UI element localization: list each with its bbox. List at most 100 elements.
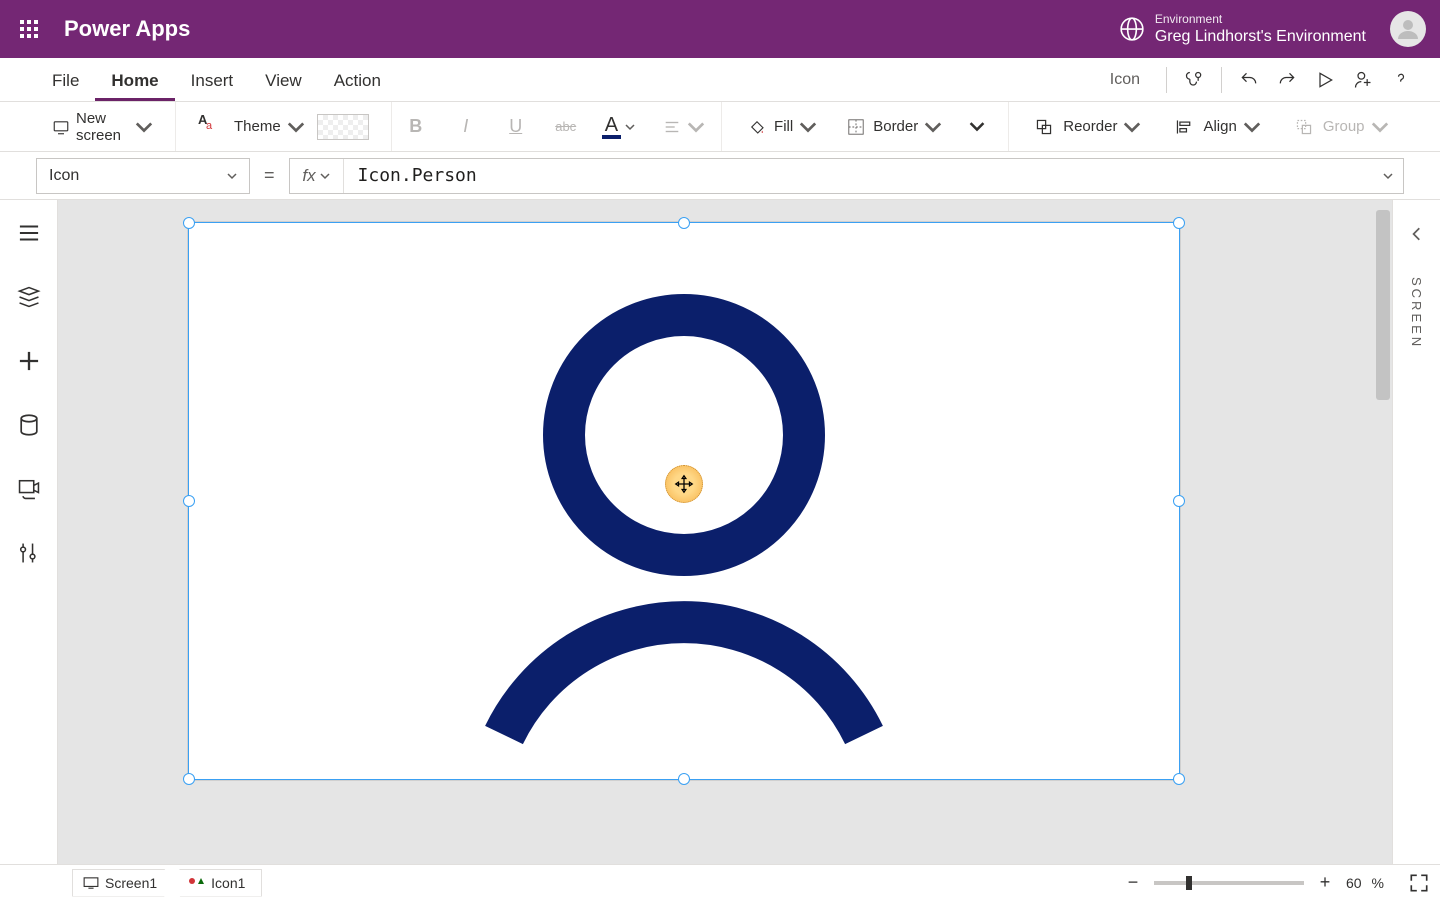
resize-handle[interactable] (678, 217, 690, 229)
group-label: Group (1323, 118, 1365, 135)
theme-label: Theme (234, 118, 281, 135)
resize-handle[interactable] (183, 773, 195, 785)
divider (1221, 67, 1222, 93)
theme-icon: A a (198, 114, 224, 140)
property-selector[interactable]: Icon (36, 158, 250, 194)
globe-icon (1119, 16, 1145, 42)
resize-handle[interactable] (183, 495, 195, 507)
share-icon[interactable] (1344, 61, 1382, 99)
app-launcher-icon[interactable] (14, 14, 44, 44)
menu-action[interactable]: Action (318, 71, 397, 101)
menu-bar: File Home Insert View Action Icon (0, 58, 1440, 102)
chevron-down-icon (1123, 118, 1141, 136)
breadcrumb-control-label: Icon1 (211, 875, 245, 891)
fx-icon[interactable]: fx (290, 159, 344, 193)
chevron-down-icon (1371, 118, 1389, 136)
resize-handle[interactable] (1173, 495, 1185, 507)
move-cursor-icon (665, 465, 703, 503)
new-screen-button[interactable]: New screen (46, 110, 159, 144)
formula-box: fx (289, 158, 1404, 194)
chevron-down-icon (687, 118, 705, 136)
chevron-down-icon (625, 122, 635, 132)
user-avatar[interactable] (1390, 11, 1426, 47)
canvas[interactable] (58, 200, 1392, 864)
chevron-down-icon (924, 118, 942, 136)
menu-insert[interactable]: Insert (175, 71, 250, 101)
theme-button[interactable]: A a Theme (192, 110, 311, 144)
formula-input[interactable] (344, 165, 1373, 186)
new-screen-label: New screen (76, 110, 129, 144)
zoom-out-button[interactable]: − (1122, 872, 1144, 894)
zoom-slider[interactable] (1154, 881, 1304, 885)
status-bar: Screen1 Icon1 − + 60 % (0, 864, 1440, 900)
bold-button[interactable]: B (402, 116, 430, 137)
strikethrough-button[interactable]: abc (552, 119, 580, 134)
fill-button[interactable]: Fill (738, 110, 823, 144)
breadcrumb-screen-label: Screen1 (105, 875, 157, 891)
paint-bucket-icon (744, 114, 770, 140)
media-icon[interactable] (16, 476, 42, 502)
formula-expand-icon[interactable] (1373, 170, 1403, 182)
reorder-label: Reorder (1063, 118, 1117, 135)
equals-sign: = (264, 165, 275, 186)
resize-handle[interactable] (678, 773, 690, 785)
zoom-control: − + 60 % (1122, 872, 1430, 894)
divider (1166, 67, 1167, 93)
left-rail (0, 200, 58, 864)
border-button[interactable]: Border (837, 110, 948, 144)
menu-file[interactable]: File (36, 71, 95, 101)
border-icon (843, 114, 869, 140)
screen-icon (83, 877, 99, 889)
underline-button[interactable]: U (502, 116, 530, 137)
chevron-down-icon (320, 171, 330, 181)
screen-icon (52, 114, 70, 140)
icon-glyph-icon (188, 877, 205, 889)
fit-to-screen-icon[interactable] (1408, 872, 1430, 894)
zoom-in-button[interactable]: + (1314, 872, 1336, 894)
environment-label: Environment (1155, 12, 1366, 26)
zoom-thumb[interactable] (1186, 876, 1192, 890)
breadcrumb-screen[interactable]: Screen1 (72, 869, 174, 897)
data-icon[interactable] (16, 412, 42, 438)
zoom-unit: % (1372, 875, 1384, 891)
vertical-scrollbar[interactable] (1376, 210, 1390, 400)
chevron-down-icon (1243, 118, 1261, 136)
breadcrumb-control[interactable]: Icon1 (170, 869, 262, 897)
menu-view[interactable]: View (249, 71, 318, 101)
help-icon[interactable] (1382, 61, 1420, 99)
person-icon[interactable] (474, 295, 894, 740)
ribbon: New screen A a Theme B I U abc A (0, 102, 1440, 152)
redo-icon[interactable] (1268, 61, 1306, 99)
align-button[interactable]: Align (1165, 110, 1266, 144)
chevron-down-icon (135, 118, 153, 136)
brand-bar: Power Apps Environment Greg Lindhorst's … (0, 0, 1440, 58)
font-color-button[interactable]: A (602, 115, 635, 139)
hamburger-icon[interactable] (16, 220, 42, 246)
italic-button[interactable]: I (452, 116, 480, 137)
tree-view-icon[interactable] (16, 284, 42, 310)
environment-picker[interactable]: Environment Greg Lindhorst's Environment (1155, 12, 1366, 46)
advanced-tools-icon[interactable] (16, 540, 42, 566)
main-area: SCREEN (0, 200, 1440, 864)
insert-icon[interactable] (16, 348, 42, 374)
resize-handle[interactable] (1173, 773, 1185, 785)
panel-collapse-icon[interactable] (1409, 226, 1425, 247)
group-button[interactable]: Group (1285, 110, 1395, 144)
menu-home[interactable]: Home (95, 71, 174, 101)
background-swatch[interactable] (317, 114, 369, 140)
resize-handle[interactable] (1173, 217, 1185, 229)
undo-icon[interactable] (1230, 61, 1268, 99)
reorder-icon (1031, 114, 1057, 140)
fill-label: Fill (774, 118, 793, 135)
font-color-icon: A (602, 115, 621, 139)
resize-handle[interactable] (183, 217, 195, 229)
border-label: Border (873, 118, 918, 135)
chevron-down-icon (287, 118, 305, 136)
play-icon[interactable] (1306, 61, 1344, 99)
more-format-button[interactable] (962, 110, 992, 144)
reorder-button[interactable]: Reorder (1025, 110, 1147, 144)
app-checker-icon[interactable] (1175, 61, 1213, 99)
text-align-button[interactable] (657, 110, 711, 144)
selected-control[interactable] (188, 222, 1180, 780)
chevron-down-icon (799, 118, 817, 136)
